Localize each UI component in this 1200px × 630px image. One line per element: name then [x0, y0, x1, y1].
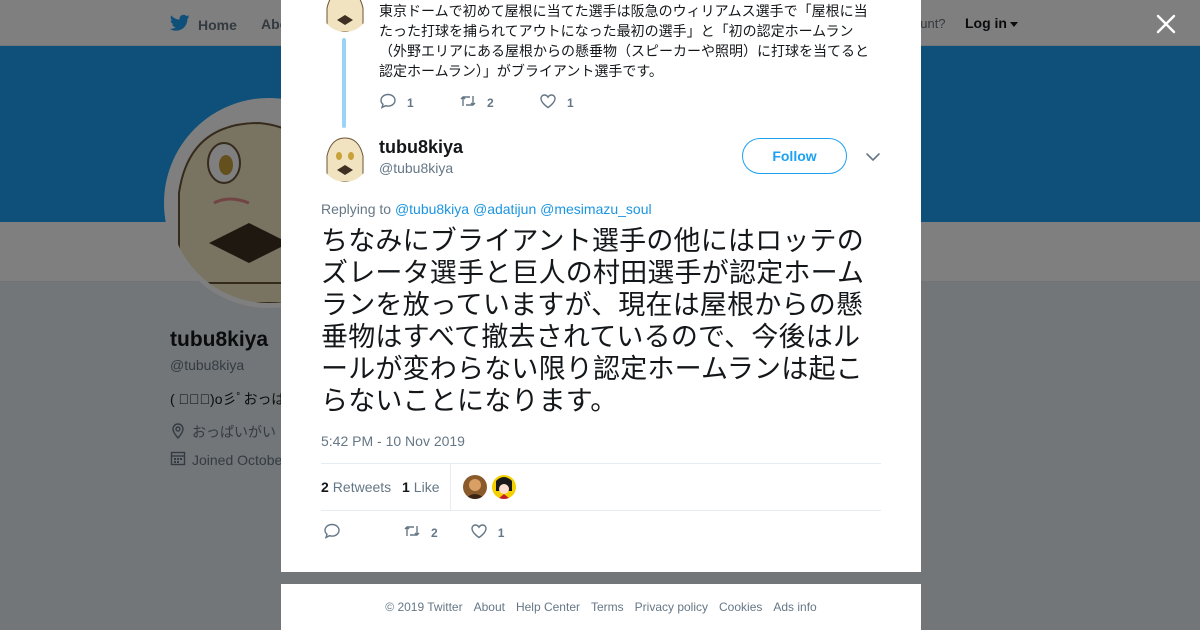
chevron-down-icon[interactable] — [865, 150, 881, 164]
mention-link[interactable]: @tubu8kiya — [395, 201, 469, 217]
retweets-stat[interactable]: 2 Retweets — [321, 479, 391, 495]
tweet-timestamp[interactable]: 5:42 PM - 10 Nov 2019 — [321, 433, 465, 449]
tweet-author-name[interactable]: tubu8kiya — [379, 137, 463, 158]
footer-link-cookies[interactable]: Cookies — [719, 600, 762, 614]
previous-like-count: 1 — [567, 95, 574, 110]
footer-link-privacy[interactable]: Privacy policy — [635, 600, 708, 614]
follow-button[interactable]: Follow — [742, 138, 847, 174]
tweet-actions: 2 1 — [323, 522, 504, 543]
tweet-text: ちなみにブライアント選手の他にはロッテのズレータ選手と巨人の村田選手が認定ホーム… — [321, 226, 865, 417]
footer-copyright: © 2019 Twitter — [385, 600, 463, 614]
reply-button[interactable] — [323, 522, 341, 543]
thread-connector-line — [342, 38, 346, 128]
footer-link-help-center[interactable]: Help Center — [516, 600, 580, 614]
likes-stat[interactable]: 1 Like — [402, 479, 439, 495]
previous-tweet-avatar[interactable] — [321, 0, 369, 32]
previous-like-button[interactable]: 1 — [539, 92, 619, 113]
previous-retweet-button[interactable]: 2 — [459, 92, 539, 113]
liker-avatar[interactable] — [492, 475, 516, 499]
retweets-count: 2 — [321, 479, 329, 495]
stats-divider — [450, 464, 451, 510]
likes-label: Like — [413, 479, 440, 495]
retweets-label: Retweets — [332, 479, 392, 495]
liker-avatar[interactable] — [463, 475, 487, 499]
previous-reply-button[interactable]: 1 — [379, 92, 459, 113]
retweet-icon — [403, 522, 421, 543]
close-icon[interactable] — [1154, 12, 1178, 36]
previous-tweet-actions: 1 2 1 — [379, 92, 619, 113]
previous-retweet-count: 2 — [487, 95, 494, 110]
footer: © 2019 Twitter About Help Center Terms P… — [281, 584, 921, 630]
tweet-stats: 2 Retweets 1 Like — [321, 463, 881, 511]
reply-icon — [379, 92, 397, 113]
like-button[interactable]: 1 — [470, 522, 505, 543]
reply-icon — [323, 522, 341, 543]
replying-prefix: Replying to — [321, 201, 392, 217]
footer-link-terms[interactable]: Terms — [591, 600, 624, 614]
replying-to: Replying to @tubu8kiya @adatijun @mesima… — [321, 201, 652, 217]
mention-link[interactable]: @mesimazu_soul — [540, 201, 651, 217]
previous-tweet-text: 東京ドームで初めて屋根に当てた選手は阪急のウィリアムス選手で「屋根に当たった打球… — [379, 3, 869, 79]
heart-icon — [470, 522, 488, 543]
footer-link-ads-info[interactable]: Ads info — [773, 600, 816, 614]
retweet-icon — [459, 92, 477, 113]
heart-icon — [539, 92, 557, 113]
retweet-button[interactable]: 2 — [403, 522, 438, 543]
tweet-modal: 東京ドームで初めて屋根に当てた選手は阪急のウィリアムス選手で「屋根に当たった打球… — [281, 0, 921, 572]
tweet-author-avatar[interactable] — [321, 134, 369, 182]
mention-link[interactable]: @adatijun — [473, 201, 536, 217]
likes-count: 1 — [402, 479, 410, 495]
like-count: 1 — [497, 525, 505, 540]
retweet-count: 2 — [431, 525, 438, 540]
footer-link-about[interactable]: About — [474, 600, 505, 614]
previous-reply-count: 1 — [407, 95, 414, 110]
tweet-author-handle[interactable]: @tubu8kiya — [379, 160, 453, 176]
